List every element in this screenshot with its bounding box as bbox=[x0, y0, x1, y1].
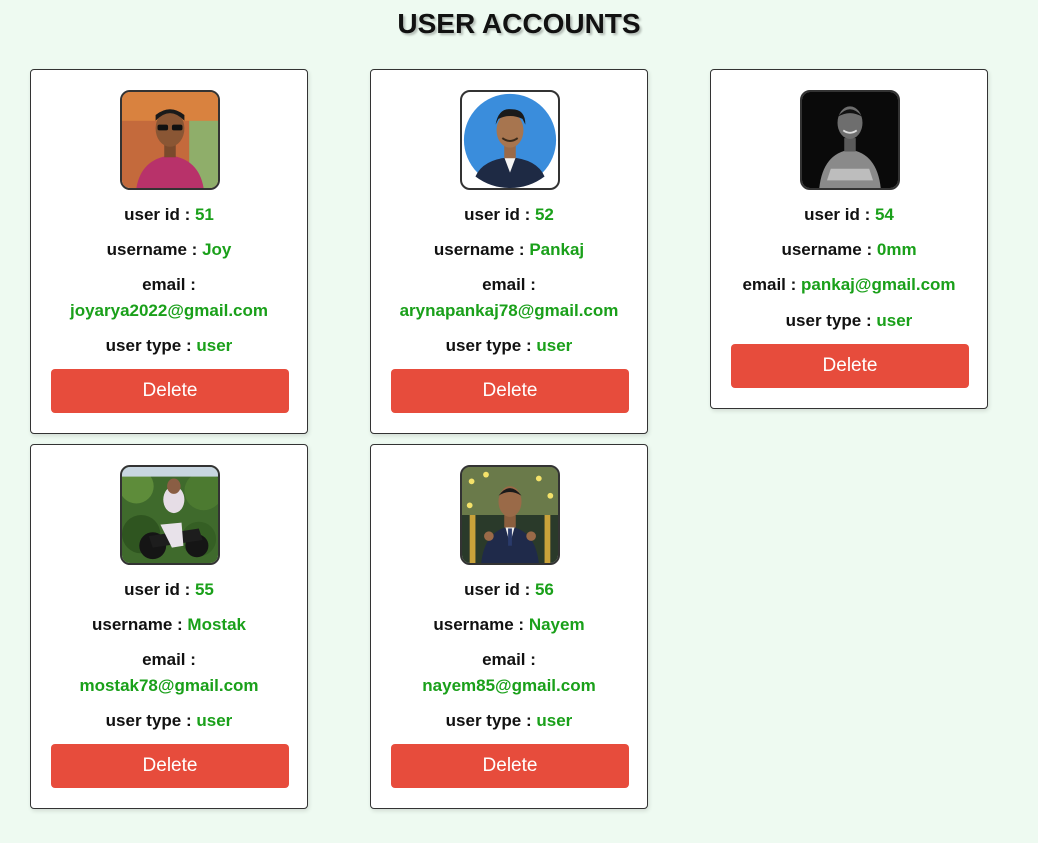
user-id-value: 55 bbox=[194, 580, 214, 599]
user-type-row: user type : user bbox=[711, 310, 987, 332]
email-row: email : pankaj@gmail.com bbox=[711, 274, 987, 296]
user-card: user id : 56 username : Nayem email : na… bbox=[370, 444, 648, 809]
email-label-row: email : bbox=[371, 274, 647, 296]
email-label: email : bbox=[482, 650, 536, 669]
user-id-label: user id : bbox=[464, 580, 531, 599]
username-row: username : Nayem bbox=[371, 614, 647, 636]
user-type-row: user type : user bbox=[31, 710, 307, 732]
username-label: username : bbox=[433, 240, 525, 259]
email-label-row: email : bbox=[31, 274, 307, 296]
email-label: email : bbox=[482, 275, 536, 294]
username-label: username : bbox=[91, 615, 183, 634]
username-value: Mostak bbox=[187, 615, 246, 634]
email-label: email : bbox=[742, 275, 797, 294]
email-value: pankaj@gmail.com bbox=[801, 275, 956, 294]
avatar-photo bbox=[802, 92, 898, 188]
user-card: user id : 54 username : 0mm email : pank… bbox=[710, 69, 988, 409]
user-id-row: user id : 51 bbox=[31, 204, 307, 226]
email-value: nayem85@gmail.com bbox=[422, 676, 596, 695]
delete-button[interactable]: Delete bbox=[731, 344, 969, 388]
user-type-value: user bbox=[196, 711, 233, 730]
user-id-value: 51 bbox=[194, 205, 214, 224]
user-card: user id : 55 username : Mostak email : m… bbox=[30, 444, 308, 809]
user-type-label: user type : bbox=[445, 711, 532, 730]
user-id-row: user id : 55 bbox=[31, 579, 307, 601]
username-label: username : bbox=[433, 615, 525, 634]
username-label: username : bbox=[781, 240, 873, 259]
user-card: user id : 52 username : Pankaj email : a… bbox=[370, 69, 648, 434]
username-row: username : 0mm bbox=[711, 239, 987, 261]
username-value: Nayem bbox=[528, 615, 585, 634]
avatar-photo bbox=[462, 467, 558, 563]
username-row: username : Mostak bbox=[31, 614, 307, 636]
email-label-row: email : bbox=[31, 649, 307, 671]
username-value: Pankaj bbox=[529, 240, 585, 259]
email-value: joyarya2022@gmail.com bbox=[69, 301, 268, 320]
user-id-value: 56 bbox=[534, 580, 554, 599]
user-type-label: user type : bbox=[105, 711, 192, 730]
avatar-photo bbox=[463, 93, 557, 188]
user-id-value: 52 bbox=[534, 205, 554, 224]
username-row: username : Pankaj bbox=[371, 239, 647, 261]
user-id-row: user id : 54 bbox=[711, 204, 987, 226]
user-id-row: user id : 52 bbox=[371, 204, 647, 226]
user-type-label: user type : bbox=[105, 336, 192, 355]
user-avatar bbox=[460, 465, 560, 565]
user-type-row: user type : user bbox=[31, 335, 307, 357]
user-type-row: user type : user bbox=[371, 335, 647, 357]
email-label: email : bbox=[142, 650, 196, 669]
user-id-label: user id : bbox=[464, 205, 531, 224]
user-type-label: user type : bbox=[445, 336, 532, 355]
user-id-row: user id : 56 bbox=[371, 579, 647, 601]
user-avatar bbox=[120, 465, 220, 565]
username-value: 0mm bbox=[876, 240, 917, 259]
user-type-row: user type : user bbox=[371, 710, 647, 732]
delete-button[interactable]: Delete bbox=[391, 369, 629, 413]
username-value: Joy bbox=[202, 240, 232, 259]
email-value: mostak78@gmail.com bbox=[79, 676, 259, 695]
user-type-value: user bbox=[196, 336, 233, 355]
user-card: user id : 51 username : Joy email : joya… bbox=[30, 69, 308, 434]
user-type-label: user type : bbox=[785, 311, 872, 330]
user-type-value: user bbox=[876, 311, 913, 330]
username-row: username : Joy bbox=[31, 239, 307, 261]
username-label: username : bbox=[106, 240, 198, 259]
email-label: email : bbox=[142, 275, 196, 294]
email-label-row: email : bbox=[371, 649, 647, 671]
user-id-value: 54 bbox=[874, 205, 894, 224]
delete-button[interactable]: Delete bbox=[391, 744, 629, 788]
user-id-label: user id : bbox=[124, 205, 191, 224]
page-title: USER ACCOUNTS bbox=[397, 8, 641, 39]
user-avatar bbox=[460, 90, 560, 190]
user-id-label: user id : bbox=[804, 205, 871, 224]
email-value: arynapankaj78@gmail.com bbox=[399, 301, 619, 320]
delete-button[interactable]: Delete bbox=[51, 744, 289, 788]
user-type-value: user bbox=[536, 336, 573, 355]
avatar-photo bbox=[122, 92, 218, 188]
user-avatar bbox=[120, 90, 220, 190]
user-type-value: user bbox=[536, 711, 573, 730]
user-id-label: user id : bbox=[124, 580, 191, 599]
avatar-photo bbox=[122, 467, 218, 563]
user-avatar bbox=[800, 90, 900, 190]
delete-button[interactable]: Delete bbox=[51, 369, 289, 413]
